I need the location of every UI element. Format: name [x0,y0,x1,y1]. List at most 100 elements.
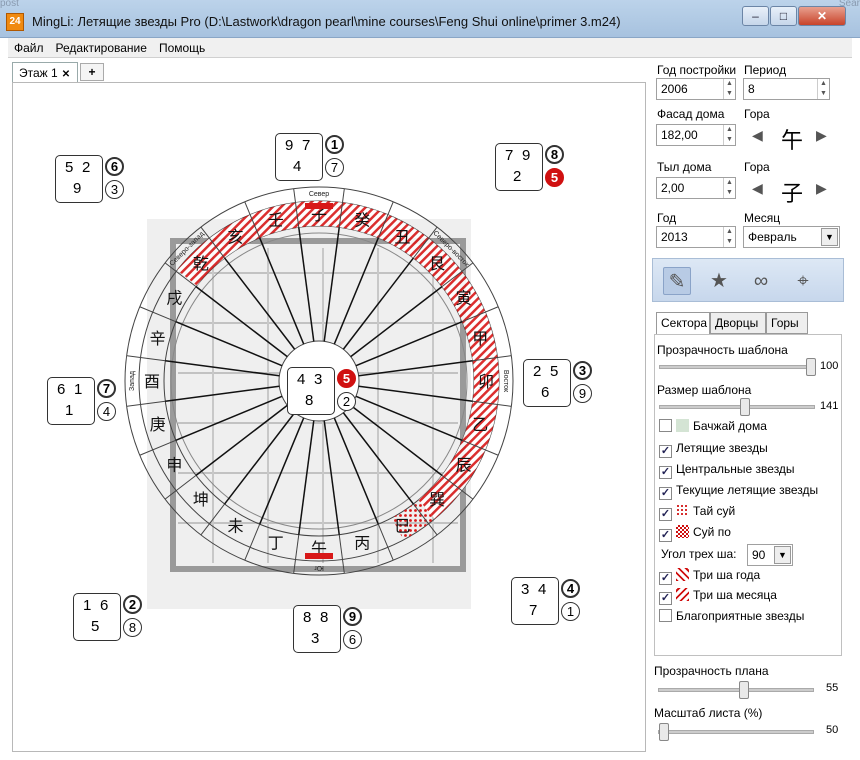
mountain-label: 坤 [193,490,209,509]
checkbox-item[interactable]: ✓ Летящие звезды [659,441,768,458]
link-icon[interactable]: ∞ [747,267,775,295]
star-number: 2 [82,159,91,176]
star-number: 7 [529,602,538,619]
checkbox-item[interactable]: ✓ Суй по [659,525,731,542]
next-mountain-icon[interactable]: ▶ [816,180,827,197]
palace-nw-stars: 529 [55,155,103,203]
mountain-label: 艮 [429,254,445,273]
sheet-scale-label: Масштаб листа (%) [654,706,763,720]
slider-thumb[interactable] [739,681,750,699]
angle-label: Угол трех ша: [661,547,737,561]
facade-mountain-label: Гора [744,107,770,121]
mountain-label: 巽 [429,490,445,509]
tab-mountains[interactable]: Горы [766,312,808,334]
slider-thumb[interactable] [740,398,751,416]
back-value: 2,00 [661,181,685,195]
template-size-value: 141 [820,400,839,412]
maximize-button[interactable]: □ [770,6,797,26]
spin-arrows-icon[interactable]: ▲ ▼ [817,79,829,99]
menu-bar: Файл Редактирование Помощь [8,38,852,58]
checkbox-icon[interactable]: ✓ [659,529,672,542]
tab-palaces[interactable]: Дворцы [710,312,766,334]
star-number: 5 [91,618,100,635]
tab-close-icon[interactable]: ✕ [62,69,70,80]
spin-arrows-icon[interactable]: ▲ ▼ [723,227,735,247]
checkbox-icon[interactable]: ✓ [659,572,672,585]
palace-s-stars: 883 [293,605,341,653]
sheet-scale-value: 50 [826,724,839,736]
menu-help[interactable]: Помощь [153,38,211,58]
checkbox-icon[interactable]: ✓ [659,466,672,479]
menu-file[interactable]: Файл [8,38,50,58]
year-input[interactable]: 2013 ▲ ▼ [656,226,736,248]
checkbox-icon[interactable] [659,419,672,432]
spin-arrows-icon[interactable]: ▲ ▼ [723,79,735,99]
back-input[interactable]: 2,00 ▲ ▼ [656,177,736,199]
tab-floor-1[interactable]: Этаж 1 ✕ [12,62,78,82]
monthly-star: 1 [561,602,580,621]
sheet-scale-slider[interactable] [658,723,814,741]
mountain-label: 丙 [354,533,370,552]
compass-icon[interactable]: ⌖ [789,267,817,295]
monthly-star: 3 [105,180,124,199]
checkbox-icon[interactable]: ✓ [659,445,672,458]
checkbox-item[interactable]: ✓ Три ша месяца [659,588,777,605]
checkbox-item[interactable]: Бачжай дома [659,419,767,433]
mountain-label: 辛 [150,329,166,348]
period-input[interactable]: 8 ▲ ▼ [743,78,830,100]
checkbox-item[interactable]: Благоприятные звезды [659,609,804,623]
menu-edit[interactable]: Редактирование [50,38,153,58]
add-tab-button[interactable]: + [80,63,104,81]
template-opacity-slider[interactable] [659,358,816,376]
facade-input[interactable]: 182,00 ▲ ▼ [656,124,736,146]
checkbox-label: Благоприятные звезды [676,609,805,623]
direction-label: Юг [314,564,324,571]
angle-value: 90 [752,548,766,562]
monthly-star: 4 [97,402,116,421]
checkbox-icon[interactable] [659,609,672,622]
checkbox-item[interactable]: ✓ Текущие летящие звезды [659,483,818,500]
prev-mountain-icon[interactable]: ◀ [752,127,763,144]
template-size-slider[interactable] [659,398,815,416]
slider-thumb[interactable] [659,723,669,741]
star-icon[interactable]: ★ [705,267,733,295]
back-mountain-label: Гора [744,160,770,174]
checkbox-icon[interactable]: ✓ [659,592,672,605]
mountain-label: 乙 [472,415,488,434]
plan-opacity-slider[interactable] [658,681,814,699]
checkbox-icon[interactable]: ✓ [659,508,672,521]
monthly-star: 5 [545,168,564,187]
window-title: MingLi: Летящие звезды Pro (D:\Lastwork\… [32,14,621,29]
mountain-label: 丁 [268,533,284,552]
chevron-down-icon[interactable]: ▼ [774,546,791,564]
slider-thumb[interactable] [806,358,816,376]
title-bar: post Sear 24 MingLi: Летящие звезды Pro … [0,0,860,38]
palace-se-stars: 347 [511,577,559,625]
month-select[interactable]: Февраль ▼ [743,226,840,248]
pencil-icon[interactable]: ✎ [663,267,691,295]
spin-arrows-icon[interactable]: ▲ ▼ [723,125,735,145]
angle-select[interactable]: 90 ▼ [747,544,793,566]
swatch-icon [676,588,689,601]
checkbox-item[interactable]: ✓ Центральные звезды [659,462,795,479]
chevron-down-icon[interactable]: ▼ [821,228,838,246]
annual-star: 9 [343,607,362,626]
close-button[interactable]: ✕ [798,6,846,26]
spin-arrows-icon[interactable]: ▲ ▼ [723,178,735,198]
build-year-input[interactable]: 2006 ▲ ▼ [656,78,736,100]
checkbox-label: Три ша месяца [693,588,777,602]
direction-label: Восток [502,370,509,393]
minimize-button[interactable]: – [742,6,769,26]
monthly-star: 8 [123,618,142,637]
mountain-label: 甲 [472,329,488,348]
checkbox-icon[interactable]: ✓ [659,487,672,500]
chart-canvas[interactable]: 子癸丑艮寅甲卯乙辰巽巳丙午丁未坤申庚酉辛戌乾亥壬 Север Юг Запад Вост… [12,82,646,752]
tab-sectors[interactable]: Сектора [656,312,710,335]
next-mountain-icon[interactable]: ▶ [816,127,827,144]
checkbox-label: Суй по [693,525,731,539]
prev-mountain-icon[interactable]: ◀ [752,180,763,197]
checkbox-item[interactable]: ✓ Тай суй [659,504,735,521]
checkbox-item[interactable]: ✓ Три ша года [659,568,760,585]
star-number: 3 [521,581,530,598]
star-number: 5 [550,363,559,380]
